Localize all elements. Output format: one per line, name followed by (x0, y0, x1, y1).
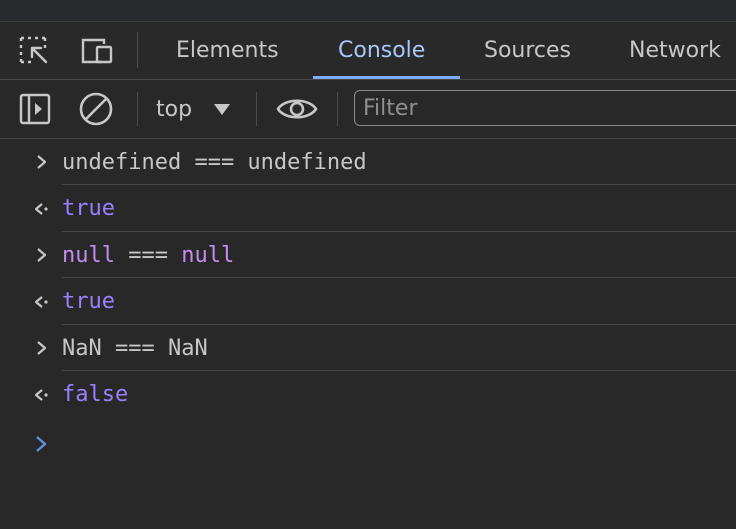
filter-box (354, 90, 736, 126)
chevron-right-icon (28, 325, 54, 371)
device-toolbar-icon[interactable] (78, 35, 116, 67)
console-input-row: NaN === NaN (0, 325, 736, 371)
code-token: null (181, 242, 235, 268)
console-result-value: true (62, 186, 115, 232)
console-result-row: true (0, 279, 736, 325)
tab-elements[interactable]: Elements (176, 22, 279, 79)
code-token: === (114, 242, 182, 268)
console-prompt[interactable] (28, 424, 54, 464)
clear-console-icon[interactable] (78, 91, 114, 127)
console-input-text: null === null (62, 232, 234, 278)
active-tab-indicator (313, 76, 460, 79)
context-label: top (156, 96, 193, 122)
tab-sources[interactable]: Sources (484, 22, 571, 79)
filter-input[interactable] (363, 91, 723, 125)
code-token: null (62, 242, 115, 268)
live-expression-icon[interactable] (276, 94, 318, 124)
tab-console[interactable]: Console (338, 22, 425, 79)
inspect-element-icon[interactable] (18, 35, 52, 67)
console-input-text: NaN === NaN (62, 325, 208, 371)
console-result-row: true (0, 186, 736, 232)
code-token: undefined === undefined (62, 149, 367, 175)
tab-network[interactable]: Network (629, 22, 721, 79)
toolbar-divider-1 (137, 92, 138, 126)
result-arrow-icon (28, 279, 54, 325)
console-input-row: undefined === undefined (0, 139, 736, 185)
console-result-value: false (62, 372, 128, 418)
result-arrow-icon (28, 186, 54, 232)
console-sidebar-icon[interactable] (18, 92, 52, 126)
result-arrow-icon (28, 372, 54, 418)
devtools-tabbar: Elements Console Sources Network (0, 22, 736, 80)
console-result-value: true (62, 279, 115, 325)
toolbar-divider-3 (337, 92, 338, 126)
tabbar-divider (137, 32, 138, 68)
console-toolbar: top (0, 80, 736, 139)
caret-down-icon (214, 103, 231, 115)
code-token: false (62, 382, 129, 407)
code-token: true (62, 196, 115, 221)
devtools-window: Elements Console Sources Network top Fil… (0, 0, 736, 529)
code-token: true (62, 289, 115, 314)
top-strip (0, 0, 736, 22)
console-input-text: undefined === undefined (62, 139, 367, 185)
chevron-right-icon (28, 139, 54, 185)
chevron-right-icon (28, 232, 54, 278)
context-selector[interactable]: top (156, 80, 231, 138)
console-result-row: false (0, 372, 736, 418)
code-token: NaN === NaN (62, 335, 208, 361)
toolbar-divider-2 (256, 92, 257, 126)
console-input-row: null === null (0, 232, 736, 278)
console-output: undefined === undefined true null === null… (0, 139, 736, 529)
